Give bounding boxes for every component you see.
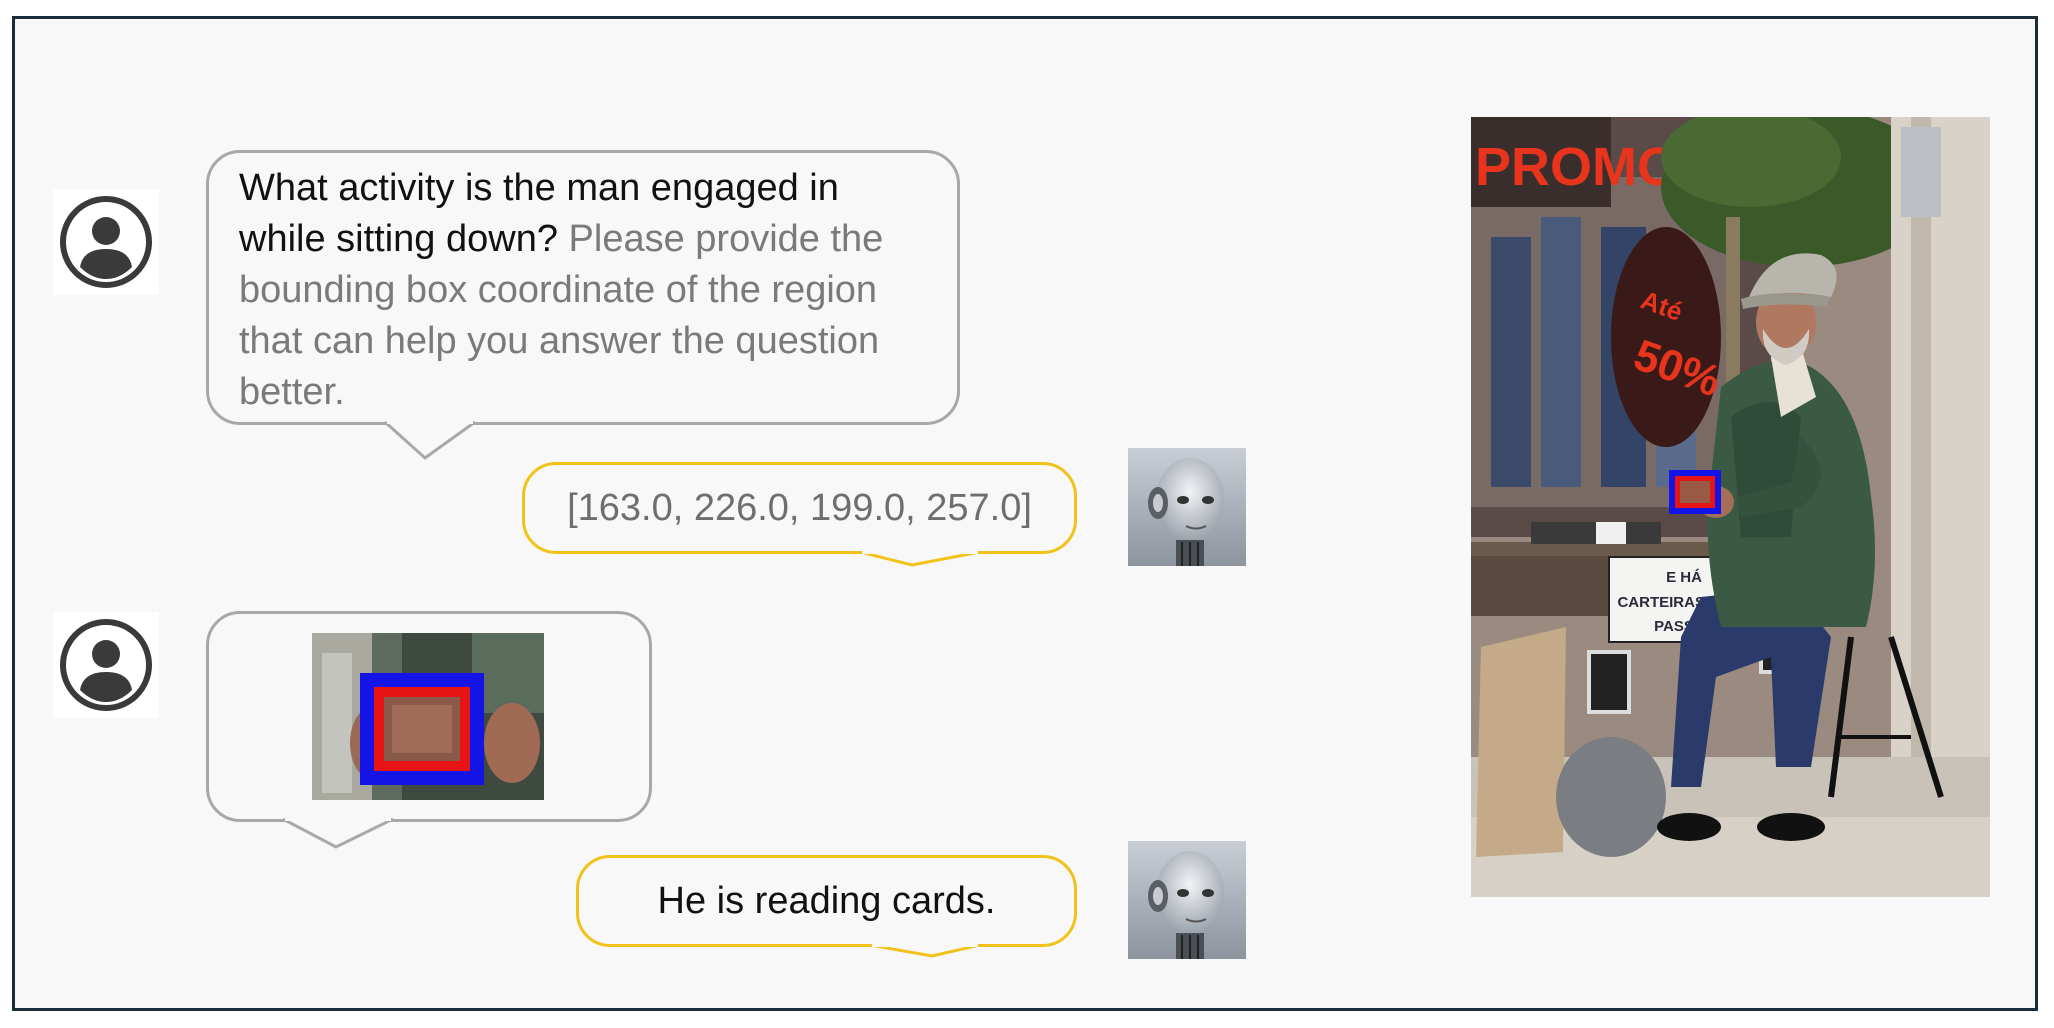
cropped-region-image (312, 633, 544, 800)
promo-sign-text: PROMO (1475, 137, 1679, 197)
robot-avatar-icon-2 (1128, 841, 1246, 959)
user-avatar-icon-2 (53, 612, 159, 718)
bot-final-answer-bubble: He is reading cards. (576, 855, 1077, 947)
sign-line-1: E HÁ (1666, 569, 1702, 586)
user-bubble-tail-2 (283, 818, 393, 849)
user-bubble-tail-1 (385, 421, 475, 460)
street-photo: PROMO Até 50% E HÁ CARTEIRAS PARA PASSES (1471, 117, 1990, 897)
bot-bubble-tail-2 (870, 944, 980, 958)
user-avatar-icon (53, 189, 159, 295)
bot-bubble-tail-1 (860, 551, 980, 567)
user-question-bubble: What activity is the man engaged in whil… (206, 150, 960, 425)
final-answer-text: He is reading cards. (657, 879, 996, 922)
robot-avatar-icon (1128, 448, 1246, 566)
bot-bbox-answer-bubble: [163.0, 226.0, 199.0, 257.0] (522, 462, 1077, 554)
bbox-answer-text: [163.0, 226.0, 199.0, 257.0] (567, 486, 1032, 529)
